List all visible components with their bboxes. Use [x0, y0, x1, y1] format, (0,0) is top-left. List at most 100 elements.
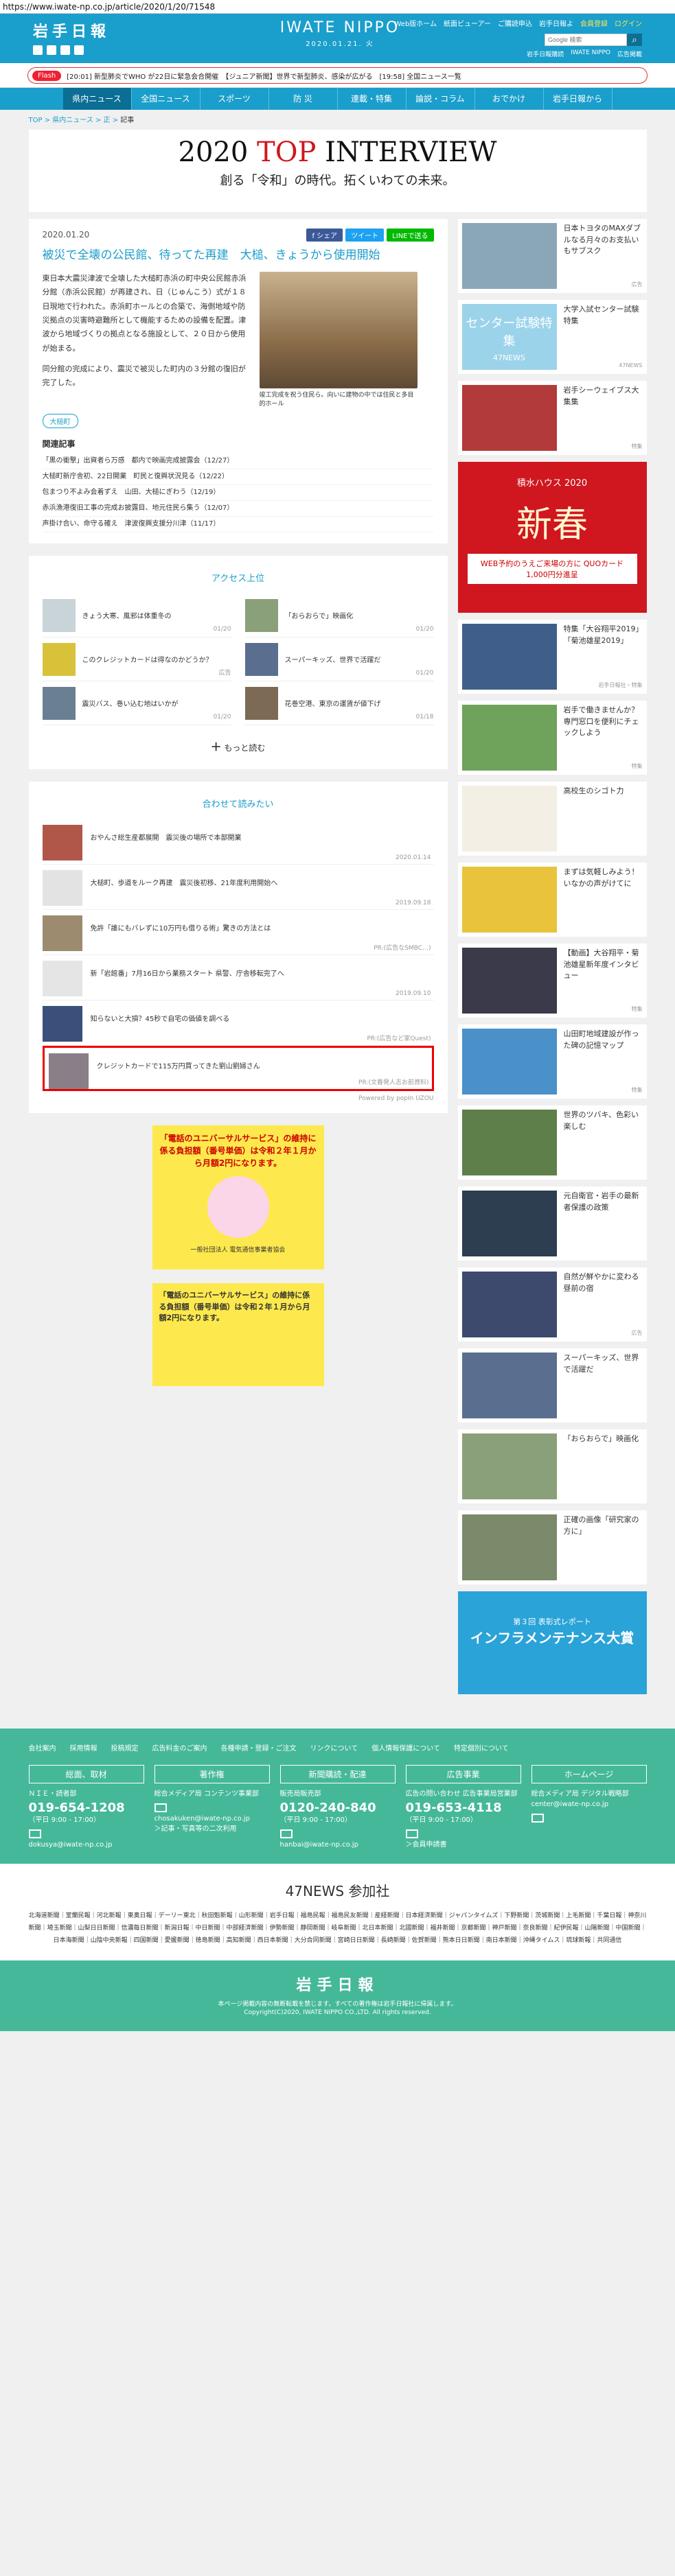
- small-link-2[interactable]: IWATE NIPPO: [571, 49, 610, 58]
- related-item[interactable]: 大槌町新庁舎初、22日開業 町民と復興状況見る（12/22）: [42, 469, 434, 486]
- ranking-item[interactable]: 「おらおらで」映画化 01/20: [244, 594, 434, 638]
- more-button[interactable]: ＋ もっと読む: [43, 725, 434, 758]
- ad-universal-service-2[interactable]: 「電話のユニバーサルサービス」の維持に係る負担額（番号単価）は令和２年１月から月…: [152, 1283, 324, 1387]
- share-facebook-button[interactable]: f シェア: [306, 229, 343, 242]
- related-articles: 関連記事 「黒の衝撃」出資者ら万感 都内で映画完成披露会（12/27） 大槌町新…: [42, 438, 434, 533]
- related-item[interactable]: 包まつり不よみ会着ずえ 山田、大槌にぎわう（12/19）: [42, 485, 434, 502]
- reco-item[interactable]: 大槌町、歩道をルーク再建 震災後初移、21年度利用開始へ 2019.09.18: [42, 865, 434, 911]
- nav-editorial[interactable]: 論説・コラム: [407, 88, 475, 110]
- footer-tel[interactable]: 019-653-4118: [406, 1801, 521, 1815]
- nav-sports[interactable]: スポーツ: [201, 88, 269, 110]
- article-photo[interactable]: 竣工完成を祝う住民ら。向いに建物の中では住民と多目的ホール: [259, 272, 417, 408]
- related-item[interactable]: 声掛け合い、命守る確え 津波復興支援分川津（11/17）: [42, 517, 434, 533]
- side-item[interactable]: 元自衛官・岩手の最新者保護の政策: [457, 1186, 647, 1261]
- nav-outing[interactable]: おでかけ: [475, 88, 544, 110]
- side-item[interactable]: 日本トヨタのMAXダブルなる月々のお支払いもサブスク 広告: [457, 219, 647, 293]
- footer-note[interactable]: ＞記事・写真等の二次利用: [155, 1824, 270, 1834]
- link-viewer[interactable]: 紙面ビューアー: [444, 18, 491, 28]
- link-register[interactable]: 会員登録: [580, 18, 608, 28]
- small-link-3[interactable]: 広告掲載: [617, 49, 642, 58]
- footer-tel[interactable]: 0120-240-840: [280, 1801, 396, 1815]
- side-item[interactable]: 世界のツバキ、色彩い楽しむ: [457, 1105, 647, 1180]
- powered-by[interactable]: Powered by popIn UZOU: [43, 1095, 433, 1102]
- link-login[interactable]: ログイン: [615, 18, 642, 28]
- side-item[interactable]: まずは気軽しみよう！いなかの声がけてに: [457, 863, 647, 937]
- facebook-icon[interactable]: [47, 45, 56, 55]
- footer-mail[interactable]: dokusya@iwate-np.co.jp: [29, 1840, 144, 1850]
- footer-mail[interactable]: chosakuken@iwate-np.co.jp: [155, 1814, 270, 1824]
- nav-from-nippo[interactable]: 岩手日報から: [544, 88, 613, 110]
- share-twitter-button[interactable]: ツイート: [345, 229, 385, 242]
- instagram-icon[interactable]: [60, 45, 70, 55]
- side-item[interactable]: 「おらおらで」映画化: [457, 1429, 647, 1503]
- crumb-local[interactable]: 県内ニュース: [52, 117, 93, 124]
- footer-link[interactable]: 各種申請・登録・ご注文: [221, 1742, 297, 1753]
- footer-logo[interactable]: 岩手日報: [0, 1973, 675, 1995]
- reco-text: クレジットカードで115万円買ってきた劉山劉婦さん: [96, 1063, 260, 1071]
- region-tag[interactable]: 大槌町: [42, 414, 78, 429]
- footer-link[interactable]: 採用情報: [70, 1742, 98, 1753]
- side-item[interactable]: 高校生のシゴト力: [457, 782, 647, 856]
- side-item[interactable]: 特集「大谷翔平2019」「菊池雄星2019」 岩手日報社・特集: [457, 620, 647, 694]
- footer-mail[interactable]: ＞会員申請書: [406, 1840, 521, 1850]
- search-button[interactable]: ⌕: [627, 34, 642, 46]
- ranking-item[interactable]: スーパーキッズ、世界で活躍だ 01/20: [244, 637, 434, 682]
- side-item[interactable]: 岩手で働きませんか？専門窓口を便利にチェックしよう 特集: [457, 701, 647, 775]
- interview-banner[interactable]: 2020 TOP INTERVIEW 創る「令和」の時代。拓くいわての未来。: [28, 130, 647, 212]
- footer-mail[interactable]: hanbai@iwate-np.co.jp: [280, 1840, 396, 1850]
- twitter-icon[interactable]: [33, 45, 43, 55]
- footer-link[interactable]: 広告料金のご案内: [152, 1742, 207, 1753]
- search-input[interactable]: [545, 34, 627, 46]
- share-line-button[interactable]: LINEで送る: [387, 229, 434, 242]
- footer-link[interactable]: 投稿規定: [111, 1742, 139, 1753]
- reco-item[interactable]: 知らないと大損？45秒で自宅の価値を調べる PR:(広告など家Quest): [42, 1000, 434, 1046]
- reco-item-highlighted[interactable]: クレジットカードで115万円買ってきた劉山劉婦さん PR:(文春発人志お前資料): [42, 1046, 434, 1092]
- crumb-top[interactable]: TOP: [29, 117, 43, 124]
- footer-mail[interactable]: center@iwate-np.co.jp: [531, 1799, 647, 1810]
- nav-series[interactable]: 連載・特集: [338, 88, 407, 110]
- youtube-icon[interactable]: [74, 45, 84, 55]
- footer-link[interactable]: 個人情報保護について: [371, 1742, 440, 1753]
- side-item[interactable]: 【動画】大谷翔平・菊池雄星新年度インタビュー 特集: [457, 944, 647, 1018]
- related-item[interactable]: 赤浜漁港復旧工事の完成お披露目、地元住民ら集う（12/07）: [42, 501, 434, 517]
- sidebar-ad-sekisui[interactable]: 積水ハウス 2020 新春 WEB予約のうえご来場の方に QUOカード1,000…: [457, 462, 647, 613]
- ticker-box[interactable]: Flash [20:01] 新型肺炎でWHO が22日に緊急会合開催 【ジュニア…: [27, 67, 648, 84]
- ad-universal-service[interactable]: 「電話のユニバーサルサービス」の維持に係る負担額（番号単価）は令和２年１月から月…: [152, 1125, 324, 1270]
- reco-item[interactable]: おやんさ総生産都展開 震災後の場所で本部開業 2020.01.14: [42, 819, 434, 865]
- side-item[interactable]: 自然が鮮やかに変わる昼前の宿 広告: [457, 1267, 647, 1342]
- side-item[interactable]: スーパーキッズ、世界で活躍だ: [457, 1348, 647, 1422]
- news47-list[interactable]: 北海道新聞｜室蘭民報｜河北新報｜東奥日報｜デーリー東北｜秋田魁新報｜山形新聞｜岩…: [29, 1910, 647, 1947]
- url-bar[interactable]: https://www.iwate-np.co.jp/article/2020/…: [0, 0, 675, 14]
- small-link-1[interactable]: 岩手日報購読: [527, 49, 564, 58]
- ranking-item[interactable]: 花巻空港、東京の運賃が値下げ 01/18: [244, 681, 434, 726]
- footer-col: 新聞購読・配達 販売局販売部 0120-240-840 （平日 9:00 - 17:0…: [279, 1765, 396, 1850]
- brand[interactable]: IWATE NIPPO 2020.01.21. 火: [275, 19, 405, 48]
- side-item[interactable]: 岩手シーウェイブス大集集 特集: [457, 381, 647, 455]
- ranking-item[interactable]: きょう大寒、風邪は体重冬の 01/20: [42, 594, 231, 638]
- related-item[interactable]: 「黒の衝撃」出資者ら万感 都内で映画完成披露会（12/27）: [42, 454, 434, 470]
- reco-item[interactable]: 免許「誰にもバレずに10万円も借りる術」驚きの方法とは PR:(広告なSMBC…): [42, 910, 434, 956]
- ranking-item[interactable]: 震災バス、巻い込む地はいかが 01/20: [42, 681, 231, 726]
- footer-tel[interactable]: 019-654-1208: [29, 1801, 144, 1815]
- reco-item[interactable]: 新「岩館番」7月16日から業務スタート 県警、庁舎移転完了へ 2019.09.10: [42, 955, 434, 1001]
- side-item[interactable]: 山田町地域建設が作った碑の記憶マップ 特集: [457, 1024, 647, 1099]
- link-misc[interactable]: 岩手日報よ: [539, 18, 573, 28]
- footer-link[interactable]: 特定個別について: [454, 1742, 509, 1753]
- ticker-text[interactable]: [20:01] 新型肺炎でWHO が22日に緊急会合開催 【ジュニア新聞】世界で…: [67, 71, 461, 81]
- footer-link[interactable]: 会社案内: [29, 1742, 56, 1753]
- crumb-sub[interactable]: 正: [104, 117, 111, 124]
- link-web-home[interactable]: Web版ホーム: [394, 18, 437, 28]
- search: ⌕: [394, 34, 642, 46]
- footer-link[interactable]: リンクについて: [310, 1742, 358, 1753]
- side-item[interactable]: センター試験特集 47NEWS 大学入試センター試験特集 47NEWS: [457, 300, 647, 374]
- nav-disaster[interactable]: 防 災: [269, 88, 338, 110]
- nav-local-news[interactable]: 県内ニュース: [62, 88, 132, 110]
- article-image[interactable]: [259, 272, 417, 388]
- ranking-item[interactable]: このクレジットカードは得なのかどうか？ 広告: [42, 637, 231, 682]
- mail-icon: [28, 1829, 41, 1838]
- site-logo[interactable]: 岩手日報: [33, 19, 110, 41]
- link-subscribe[interactable]: ご購読申込: [498, 18, 532, 28]
- nav-national-news[interactable]: 全国ニュース: [132, 88, 201, 110]
- side-item[interactable]: 正確の画像「研究家の方に」: [457, 1510, 647, 1584]
- sidebar-ad-infra[interactable]: 第３回 表彰式レポート インフラメンテナンス大賞: [457, 1591, 647, 1694]
